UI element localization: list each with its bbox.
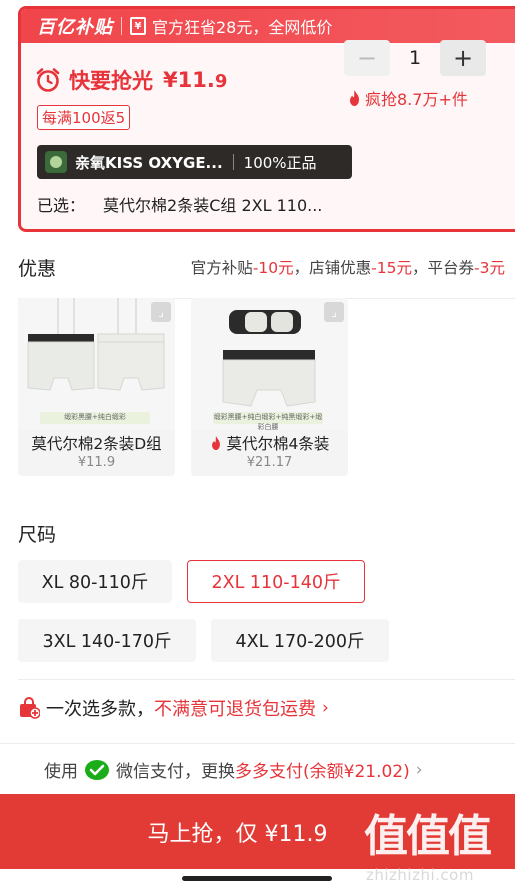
payment-row[interactable]: 使用 微信支付 ，更换 多多支付(余额¥21.02) › xyxy=(44,757,423,782)
flash-sale-row: 快要抢光 ¥11.9 xyxy=(35,65,227,95)
alt-payment: 多多支付(余额¥21.02) xyxy=(235,762,410,782)
size-option[interactable]: 4XL 170-200斤 xyxy=(211,619,389,662)
hot-sold-text: 疯抢8.7万+件 xyxy=(365,90,468,109)
brand-bar[interactable]: 亲氧KISS OXYGE... 100%正品 xyxy=(37,145,352,179)
flash-label: 快要抢光 xyxy=(69,69,153,93)
variant-card[interactable]: 缎彩黑腰+纯白缎彩+纯黑缎彩+缎彩白腰 ⌟ 莫代尔棉4条装 ¥21.17 xyxy=(191,298,348,476)
size-option[interactable]: XL 80-110斤 xyxy=(18,560,172,603)
payment-prefix: 使用 xyxy=(44,762,78,782)
size-option-selected[interactable]: 2XL 110-140斤 xyxy=(187,560,365,603)
variant-price: ¥11.9 xyxy=(77,455,116,470)
buy-now-label: 马上抢，仅 ¥11.9 xyxy=(147,821,328,847)
chevron-right-icon: › xyxy=(322,698,329,718)
return-highlight: 不满意可退货包运费 xyxy=(154,699,316,720)
promo-header: 百亿补贴 ¥ 官方狂省28元，全网低价 xyxy=(21,9,515,43)
divider xyxy=(0,743,515,744)
wechat-pay-label: 微信支付 xyxy=(116,762,184,782)
decrease-button[interactable]: − xyxy=(344,40,390,76)
payment-mid: ，更换 xyxy=(184,762,235,782)
discount-detail: 官方补贴-10元，店铺优惠-15元，平台券-3元 xyxy=(191,256,505,278)
store-discount-value: -15元 xyxy=(371,259,412,277)
brand-logo-icon xyxy=(45,151,67,173)
return-policy-row[interactable]: 一次选多款， 不满意可退货包运费 › xyxy=(18,695,329,721)
size-title: 尺码 xyxy=(18,524,57,546)
hot-sold-count: 疯抢8.7万+件 xyxy=(348,86,468,110)
watermark-url: zhizhizhi.com xyxy=(366,866,474,884)
brand-separator xyxy=(232,154,234,170)
flash-price-decimal: 9 xyxy=(214,71,228,92)
platform-coupon-value: -3元 xyxy=(474,259,505,277)
genuine-badge: 100%正品 xyxy=(243,153,317,172)
discount-sep-2: ， xyxy=(412,259,428,277)
variant-name-text: 莫代尔棉4条装 xyxy=(226,435,330,453)
shopping-bag-icon xyxy=(20,697,40,719)
selected-variant-row[interactable]: 已选： 莫代尔棉2条装C组 2XL 110... xyxy=(37,192,322,216)
variant-price: ¥21.17 xyxy=(246,455,293,470)
size-option[interactable]: 3XL 140-170斤 xyxy=(18,619,196,662)
watermark-title: 值值值 xyxy=(364,811,492,862)
store-discount-label: 店铺优惠 xyxy=(309,259,372,277)
return-text: 一次选多款， xyxy=(46,699,154,720)
official-subsidy-value: -10元 xyxy=(252,259,294,277)
promo-tagline: 官方狂省28元，全网低价 xyxy=(152,18,333,37)
watermark: 值值值 zhizhizhi.com xyxy=(364,800,514,888)
variant-caption: 缎彩黑腰+纯白缎彩+纯黑缎彩+缎彩白腰 xyxy=(213,412,323,431)
selected-value: 莫代尔棉2条装C组 2XL 110... xyxy=(103,196,323,215)
quantity-value[interactable]: 1 xyxy=(390,47,440,69)
selected-label: 已选： xyxy=(37,196,86,215)
coupon-icon: ¥ xyxy=(130,17,146,35)
discount-sep-1: ， xyxy=(293,259,310,277)
platform-coupon-label: 平台券 xyxy=(427,259,475,277)
discount-row[interactable]: 优惠 官方补贴-10元，店铺优惠-15元，平台券-3元 xyxy=(0,250,515,290)
fire-icon xyxy=(211,436,220,450)
discount-title: 优惠 xyxy=(18,258,57,280)
rebate-tag: 每满100返5 xyxy=(37,105,131,130)
official-subsidy-label: 官方补贴 xyxy=(190,259,253,277)
divider xyxy=(18,679,515,680)
variant-name: 莫代尔棉2条装D组 xyxy=(31,435,162,453)
flash-price: ¥11.9 xyxy=(163,68,227,92)
subsidy-logo: 百亿补贴 xyxy=(37,17,113,38)
variant-caption: 缎彩黑腰+纯白缎彩 xyxy=(40,412,150,424)
zoom-icon[interactable]: ⌟ xyxy=(324,302,344,322)
zoom-icon[interactable]: ⌟ xyxy=(151,302,171,322)
quantity-stepper: − 1 + xyxy=(344,40,486,76)
brand-name: 亲氧KISS OXYGE... xyxy=(75,153,223,172)
header-divider xyxy=(121,17,122,35)
home-indicator xyxy=(182,876,332,881)
alarm-clock-icon xyxy=(36,68,60,92)
chevron-right-icon: › xyxy=(415,759,423,780)
fire-icon xyxy=(350,90,359,106)
wechat-pay-icon xyxy=(85,759,109,780)
variant-name: 莫代尔棉4条装 xyxy=(191,432,348,454)
variant-card[interactable]: 缎彩黑腰+纯白缎彩 ⌟ 莫代尔棉2条装D组 ¥11.9 xyxy=(18,298,175,476)
increase-button[interactable]: + xyxy=(440,40,486,76)
flash-price-main: ¥11. xyxy=(163,68,215,92)
